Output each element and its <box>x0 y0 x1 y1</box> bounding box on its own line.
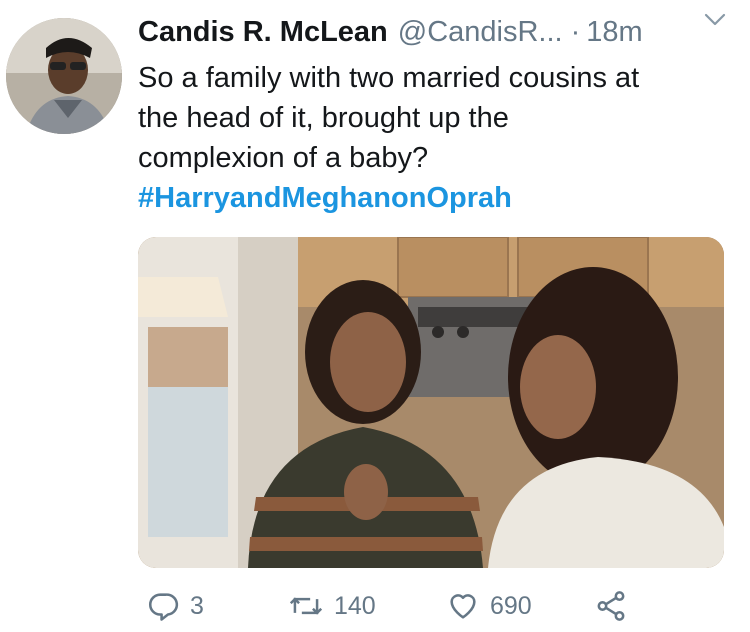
avatar-image <box>6 18 122 134</box>
tweet-text-line: So a family with two married cousins at <box>138 62 640 94</box>
user-handle[interactable]: @CandisR... <box>398 16 563 49</box>
tweet-media-image[interactable] <box>138 237 724 568</box>
reply-icon <box>148 593 179 621</box>
display-name[interactable]: Candis R. McLean <box>138 16 388 49</box>
tweet-actions: 3 140 690 <box>140 584 740 628</box>
timestamp[interactable]: 18m <box>586 16 642 49</box>
retweet-count: 140 <box>334 591 376 620</box>
reply-count: 3 <box>190 591 204 620</box>
separator-dot: · <box>570 15 581 48</box>
retweet-button[interactable]: 140 <box>288 584 376 628</box>
retweet-icon <box>289 597 323 615</box>
share-icon <box>597 591 625 621</box>
like-count: 690 <box>490 591 532 620</box>
like-icon <box>450 594 476 619</box>
tweet-header: Candis R. McLean @CandisR... · 18m <box>138 12 738 52</box>
avatar[interactable] <box>6 18 122 134</box>
reply-button[interactable]: 3 <box>146 584 204 628</box>
share-button[interactable] <box>594 584 638 628</box>
media-photo <box>138 237 724 568</box>
tweet-text-line: the head of it, brought up the <box>138 102 509 134</box>
like-button[interactable]: 690 <box>446 584 532 628</box>
hashtag-link[interactable]: #HarryandMeghanonOprah <box>138 178 728 218</box>
tweet-text-line: complexion of a baby? <box>138 142 429 174</box>
chevron-down-icon[interactable] <box>702 10 728 30</box>
tweet-text: So a family with two married cousins at … <box>138 58 728 218</box>
